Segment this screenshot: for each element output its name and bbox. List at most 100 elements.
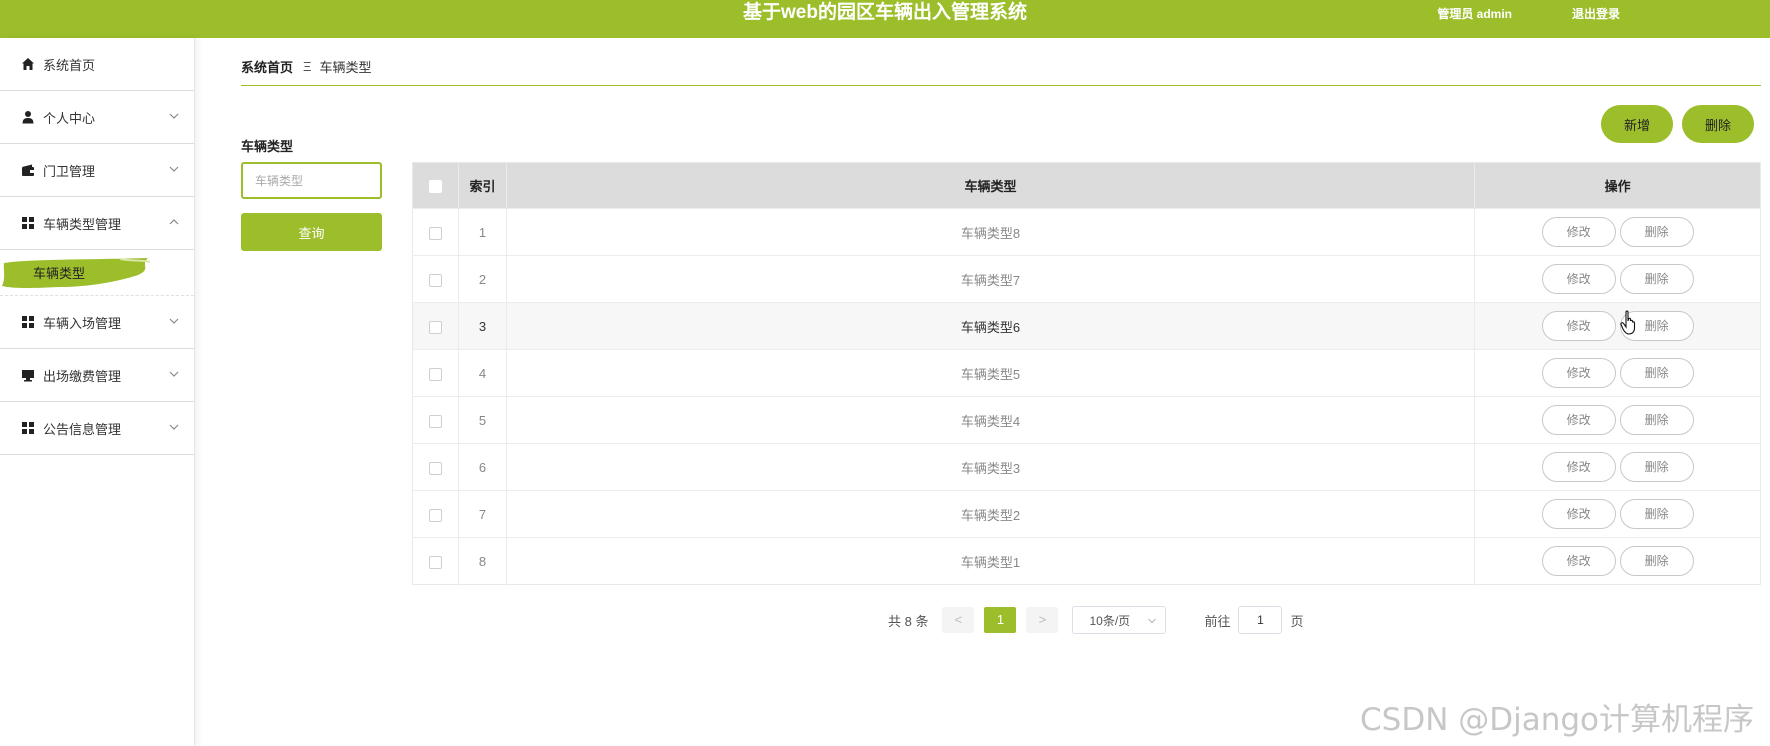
row-vehicle-type: 车辆类型5 bbox=[506, 349, 1476, 397]
row-checkbox[interactable] bbox=[428, 461, 442, 475]
grid-icon bbox=[20, 215, 36, 231]
row-vehicle-type: 车辆类型1 bbox=[506, 537, 1476, 585]
sidebar-item-vehicle-entry[interactable]: 车辆入场管理 bbox=[0, 296, 194, 349]
edit-button[interactable]: 修改 bbox=[1541, 405, 1616, 435]
table-row: 6 车辆类型3 修改 删除 bbox=[412, 443, 1761, 491]
row-index: 8 bbox=[458, 537, 507, 585]
sidebar-item-profile[interactable]: 个人中心 bbox=[0, 91, 194, 144]
edit-button[interactable]: 修改 bbox=[1541, 264, 1616, 294]
prev-page-button[interactable]: < bbox=[942, 607, 975, 633]
chevron-down-icon bbox=[169, 166, 179, 172]
sidebar-item-vehicle-type-mgmt[interactable]: 车辆类型管理 bbox=[0, 197, 194, 250]
sidebar-item-label: 车辆入场管理 bbox=[43, 315, 122, 331]
row-checkbox[interactable] bbox=[428, 226, 442, 240]
wallet-icon bbox=[20, 162, 36, 178]
row-select-cell[interactable] bbox=[412, 349, 459, 397]
row-vehicle-type: 车辆类型3 bbox=[506, 443, 1476, 491]
row-operations: 修改 删除 bbox=[1474, 396, 1761, 444]
table-row: 7 车辆类型2 修改 删除 bbox=[412, 490, 1761, 538]
current-user: 管理员 admin bbox=[1437, 7, 1512, 21]
row-index: 7 bbox=[458, 490, 507, 538]
monitor-icon bbox=[20, 367, 36, 383]
chevron-down-icon bbox=[169, 318, 179, 324]
edit-button[interactable]: 修改 bbox=[1541, 546, 1616, 576]
goto-suffix: 页 bbox=[1290, 613, 1304, 629]
sidebar-item-guard[interactable]: 门卫管理 bbox=[0, 144, 194, 197]
header-vehicle-type: 车辆类型 bbox=[506, 162, 1476, 209]
row-vehicle-type: 车辆类型8 bbox=[506, 208, 1476, 256]
table-body: 1 车辆类型8 修改 删除 2 车辆类型7 修改 删除 3 车辆类型6 修改 删除 4 车辆类型5 修改 删除… bbox=[412, 208, 1761, 585]
sidebar-item-label: 车辆类型管理 bbox=[43, 216, 122, 232]
row-vehicle-type: 车辆类型2 bbox=[506, 490, 1476, 538]
sidebar: 系统首页 个人中心 门卫管理 车辆类型管理 车辆类型 车辆入场管理 出场缴费管理… bbox=[0, 38, 195, 746]
search-label: 车辆类型 bbox=[241, 139, 294, 154]
add-button[interactable]: 新增 bbox=[1601, 105, 1673, 143]
row-operations: 修改 删除 bbox=[1474, 302, 1761, 350]
row-checkbox[interactable] bbox=[428, 367, 442, 381]
breadcrumb-current: 车辆类型 bbox=[319, 60, 372, 75]
row-select-cell[interactable] bbox=[412, 396, 459, 444]
next-page-button[interactable]: > bbox=[1026, 607, 1059, 633]
row-delete-button[interactable]: 删除 bbox=[1619, 546, 1694, 576]
chevron-down-icon bbox=[169, 113, 179, 119]
row-checkbox[interactable] bbox=[428, 320, 442, 334]
row-checkbox[interactable] bbox=[428, 414, 442, 428]
logout-link[interactable]: 退出登录 bbox=[1572, 5, 1620, 22]
row-index: 3 bbox=[458, 302, 507, 350]
select-all-checkbox[interactable] bbox=[428, 180, 442, 194]
breadcrumb: 系统首页 Ξ 车辆类型 bbox=[241, 48, 1761, 86]
edit-button[interactable]: 修改 bbox=[1541, 358, 1616, 388]
sidebar-subitem-vehicle-type[interactable]: 车辆类型 bbox=[0, 250, 194, 296]
batch-delete-button[interactable]: 删除 bbox=[1682, 105, 1754, 143]
pagination: 共 8 条 < 1 > 10条/页 前往 页 bbox=[888, 606, 1304, 634]
row-index: 1 bbox=[458, 208, 507, 256]
row-operations: 修改 删除 bbox=[1474, 255, 1761, 303]
edit-button[interactable]: 修改 bbox=[1541, 499, 1616, 529]
row-select-cell[interactable] bbox=[412, 443, 459, 491]
row-delete-button[interactable]: 删除 bbox=[1619, 358, 1694, 388]
row-delete-button[interactable]: 删除 bbox=[1619, 405, 1694, 435]
table-row: 1 车辆类型8 修改 删除 bbox=[412, 208, 1761, 256]
row-delete-button[interactable]: 删除 bbox=[1619, 217, 1694, 247]
sidebar-item-label: 公告信息管理 bbox=[43, 421, 122, 437]
edit-button[interactable]: 修改 bbox=[1541, 217, 1616, 247]
page-number-button[interactable]: 1 bbox=[984, 607, 1017, 633]
sidebar-item-label: 系统首页 bbox=[43, 57, 96, 73]
breadcrumb-home[interactable]: 系统首页 bbox=[241, 57, 293, 76]
row-select-cell[interactable] bbox=[412, 302, 459, 350]
sidebar-item-home[interactable]: 系统首页 bbox=[0, 38, 194, 91]
row-operations: 修改 删除 bbox=[1474, 443, 1761, 491]
row-select-cell[interactable] bbox=[412, 255, 459, 303]
search-button[interactable]: 查询 bbox=[241, 213, 382, 251]
row-checkbox[interactable] bbox=[428, 555, 442, 569]
hand-cursor-icon bbox=[1620, 310, 1636, 335]
watermark-text: CSDN @Django计算机程序 bbox=[1360, 702, 1755, 738]
grid-icon bbox=[20, 314, 36, 330]
user-icon bbox=[20, 109, 36, 125]
row-delete-button[interactable]: 删除 bbox=[1619, 499, 1694, 529]
table-header-row: 索引 车辆类型 操作 bbox=[412, 162, 1761, 209]
chevron-down-icon bbox=[169, 424, 179, 430]
goto-page-input[interactable] bbox=[1238, 606, 1283, 634]
sidebar-item-announcement[interactable]: 公告信息管理 bbox=[0, 402, 194, 455]
row-select-cell[interactable] bbox=[412, 537, 459, 585]
row-vehicle-type: 车辆类型6 bbox=[506, 302, 1476, 350]
sidebar-item-label: 出场缴费管理 bbox=[43, 368, 122, 384]
sidebar-item-label: 门卫管理 bbox=[43, 163, 96, 179]
edit-button[interactable]: 修改 bbox=[1541, 452, 1616, 482]
grid-icon bbox=[20, 420, 36, 436]
row-select-cell[interactable] bbox=[412, 208, 459, 256]
row-operations: 修改 删除 bbox=[1474, 208, 1761, 256]
sidebar-item-label: 个人中心 bbox=[43, 110, 96, 126]
row-checkbox[interactable] bbox=[428, 273, 442, 287]
row-delete-button[interactable]: 删除 bbox=[1619, 264, 1694, 294]
sidebar-item-exit-payment[interactable]: 出场缴费管理 bbox=[0, 349, 194, 402]
row-checkbox[interactable] bbox=[428, 508, 442, 522]
page-size-select[interactable]: 10条/页 bbox=[1072, 606, 1167, 634]
edit-button[interactable]: 修改 bbox=[1541, 311, 1616, 341]
vehicle-type-search-input[interactable] bbox=[241, 162, 382, 199]
top-header: 基于web的园区车辆出入管理系统 管理员 admin 退出登录 bbox=[0, 0, 1770, 38]
row-delete-button[interactable]: 删除 bbox=[1619, 452, 1694, 482]
row-select-cell[interactable] bbox=[412, 490, 459, 538]
header-select-all[interactable] bbox=[412, 162, 459, 209]
